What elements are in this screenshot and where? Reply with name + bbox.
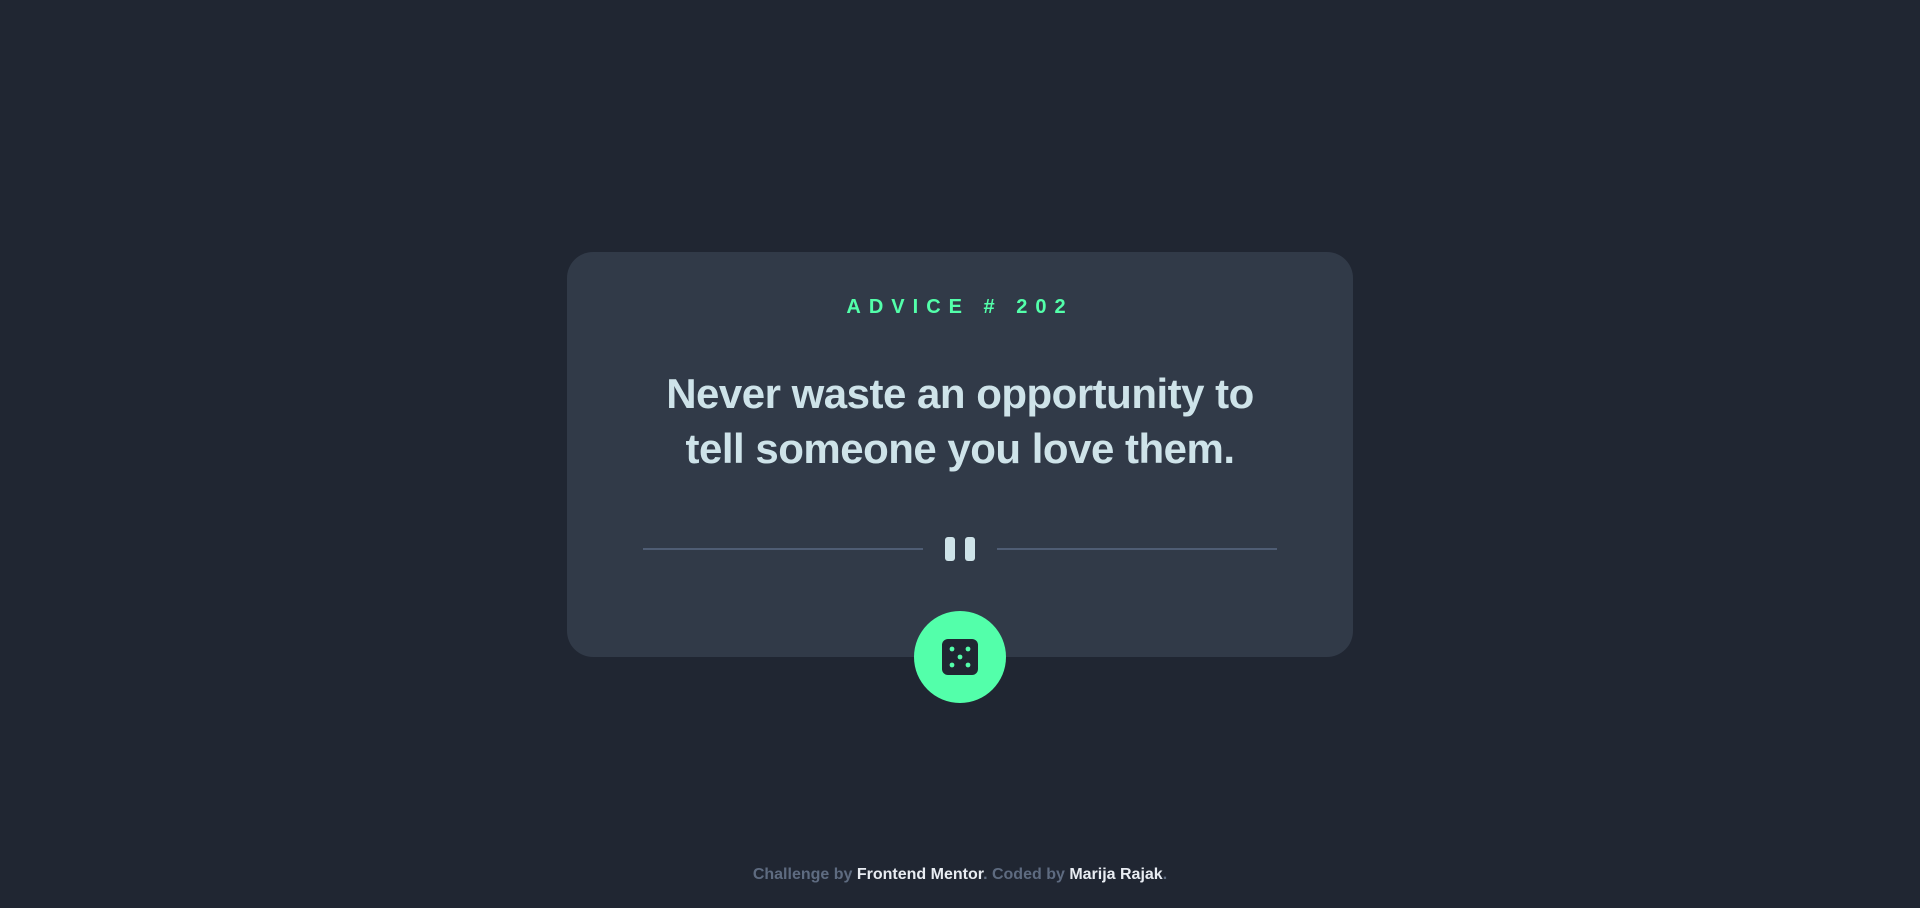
pause-icon-bar [965,537,975,561]
divider [643,533,1277,565]
divider-line-left [643,548,923,550]
pause-icon [945,537,955,561]
advice-id-label: ADVICE # 202 [846,296,1074,318]
generate-advice-button[interactable] [914,611,1006,703]
frontend-mentor-link[interactable]: Frontend Mentor [857,866,983,883]
footer-prefix: Challenge by [752,866,857,883]
advice-quote: Never waste an opportunity to tell someo… [666,370,1254,472]
dice-icon [942,639,978,675]
footer-suffix: . [1162,866,1168,883]
divider-line-right [997,548,1277,550]
author-link[interactable]: Marija Rajak [1069,866,1162,883]
attribution-footer: Challenge by Frontend Mentor. Coded by M… [0,866,1920,884]
footer-middle: . Coded by [983,866,1070,883]
